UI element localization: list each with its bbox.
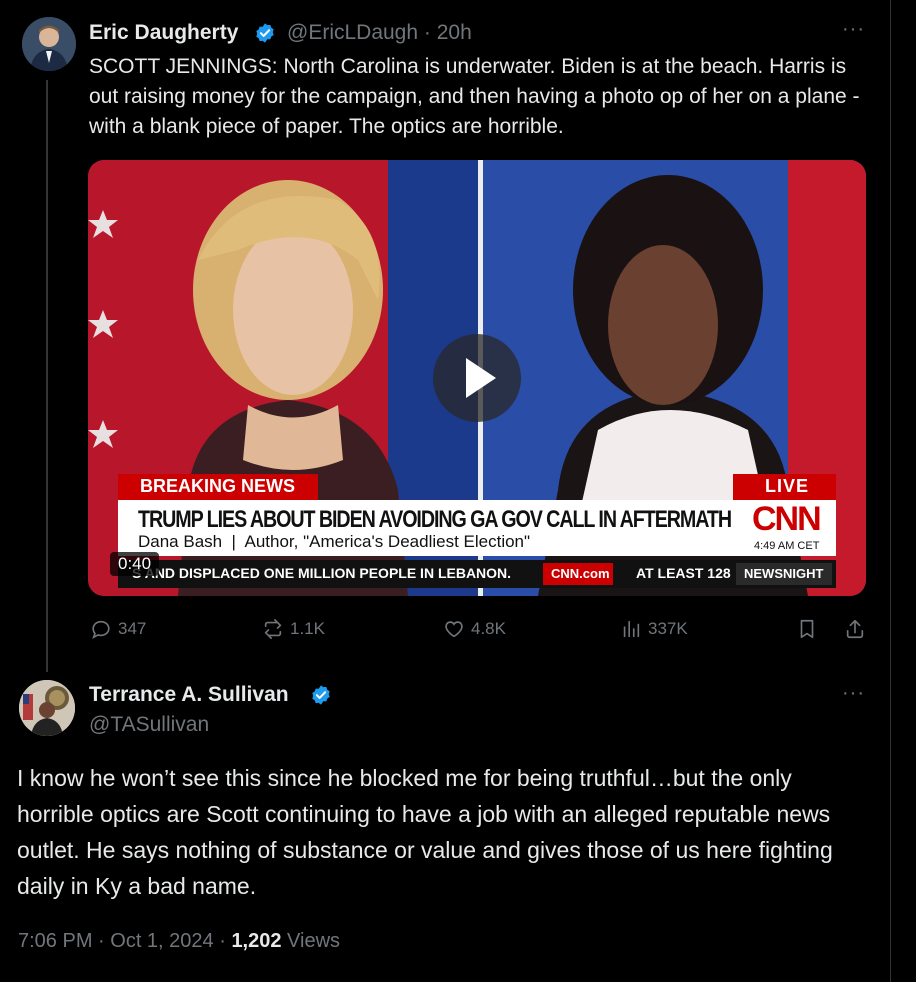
ellipsis-icon[interactable]: ···	[842, 18, 865, 41]
broadcast-time: 4:49 AM CET	[754, 540, 820, 552]
thread-connector	[46, 80, 48, 672]
headline: TRUMP LIES ABOUT BIDEN AVOIDING GA GOV C…	[138, 506, 732, 533]
display-name[interactable]: Eric Daugherty	[89, 21, 238, 45]
share-icon	[846, 619, 864, 639]
video-duration: 0:40	[110, 552, 160, 576]
reply-count: 347	[118, 619, 147, 638]
repost-button[interactable]: 1.1K	[262, 618, 325, 640]
reply-text: I know he won’t see this since he blocke…	[17, 765, 833, 899]
breaking-news-label: BREAKING NEWS	[140, 476, 296, 496]
like-count: 4.8K	[471, 619, 506, 638]
ticker-text: S AND DISPLACED ONE MILLION PEOPLE IN LE…	[132, 565, 512, 581]
avatar[interactable]	[22, 17, 76, 71]
verified-badge-icon	[256, 23, 274, 43]
avatar[interactable]	[19, 680, 75, 736]
ticker-site: CNN.com	[551, 566, 610, 581]
heart-icon	[445, 621, 463, 638]
bookmark-icon	[800, 619, 814, 639]
views-chart-icon	[623, 620, 640, 638]
views-count: 337K	[648, 619, 688, 638]
repost-icon	[264, 619, 282, 639]
subline: Dana Bash | Author, "America's Deadliest…	[138, 532, 531, 551]
reply-button[interactable]: 347	[90, 618, 146, 640]
live-label: LIVE	[765, 476, 810, 496]
bookmark-button[interactable]	[796, 618, 818, 640]
column-border	[890, 0, 891, 982]
handle-and-time[interactable]: @EricLDaugh · 20h	[287, 21, 472, 45]
reply-icon	[92, 620, 110, 639]
tweet-meta: 7:06 PM · Oct 1, 2024 · 1,202 Views	[18, 930, 340, 953]
display-name[interactable]: Terrance A. Sullivan	[89, 683, 289, 707]
like-button[interactable]: 4.8K	[443, 618, 506, 640]
verified-badge-icon	[312, 685, 330, 705]
views-total: 1,202	[231, 930, 282, 952]
video-player[interactable]: BREAKING NEWS LIVE TRUMP LIES ABOUT BIDE…	[88, 160, 866, 596]
cnn-logo: CNN	[752, 500, 822, 538]
ticker-right: AT LEAST 128	[636, 565, 731, 581]
views-button[interactable]: 337K	[620, 618, 688, 640]
tweet-text: SCOTT JENNINGS: North Carolina is underw…	[89, 55, 860, 138]
handle[interactable]: @TASullivan	[89, 713, 209, 737]
action-bar: 347 1.1K 4.8K 337K	[0, 618, 890, 644]
timestamp[interactable]: 7:06 PM · Oct 1, 2024 ·	[18, 930, 231, 952]
repost-count: 1.1K	[290, 619, 325, 638]
share-button[interactable]	[844, 618, 866, 640]
views-label: Views	[281, 930, 341, 952]
newsnight-label: NEWSNIGHT	[744, 566, 824, 581]
ellipsis-icon[interactable]: ···	[842, 682, 865, 705]
